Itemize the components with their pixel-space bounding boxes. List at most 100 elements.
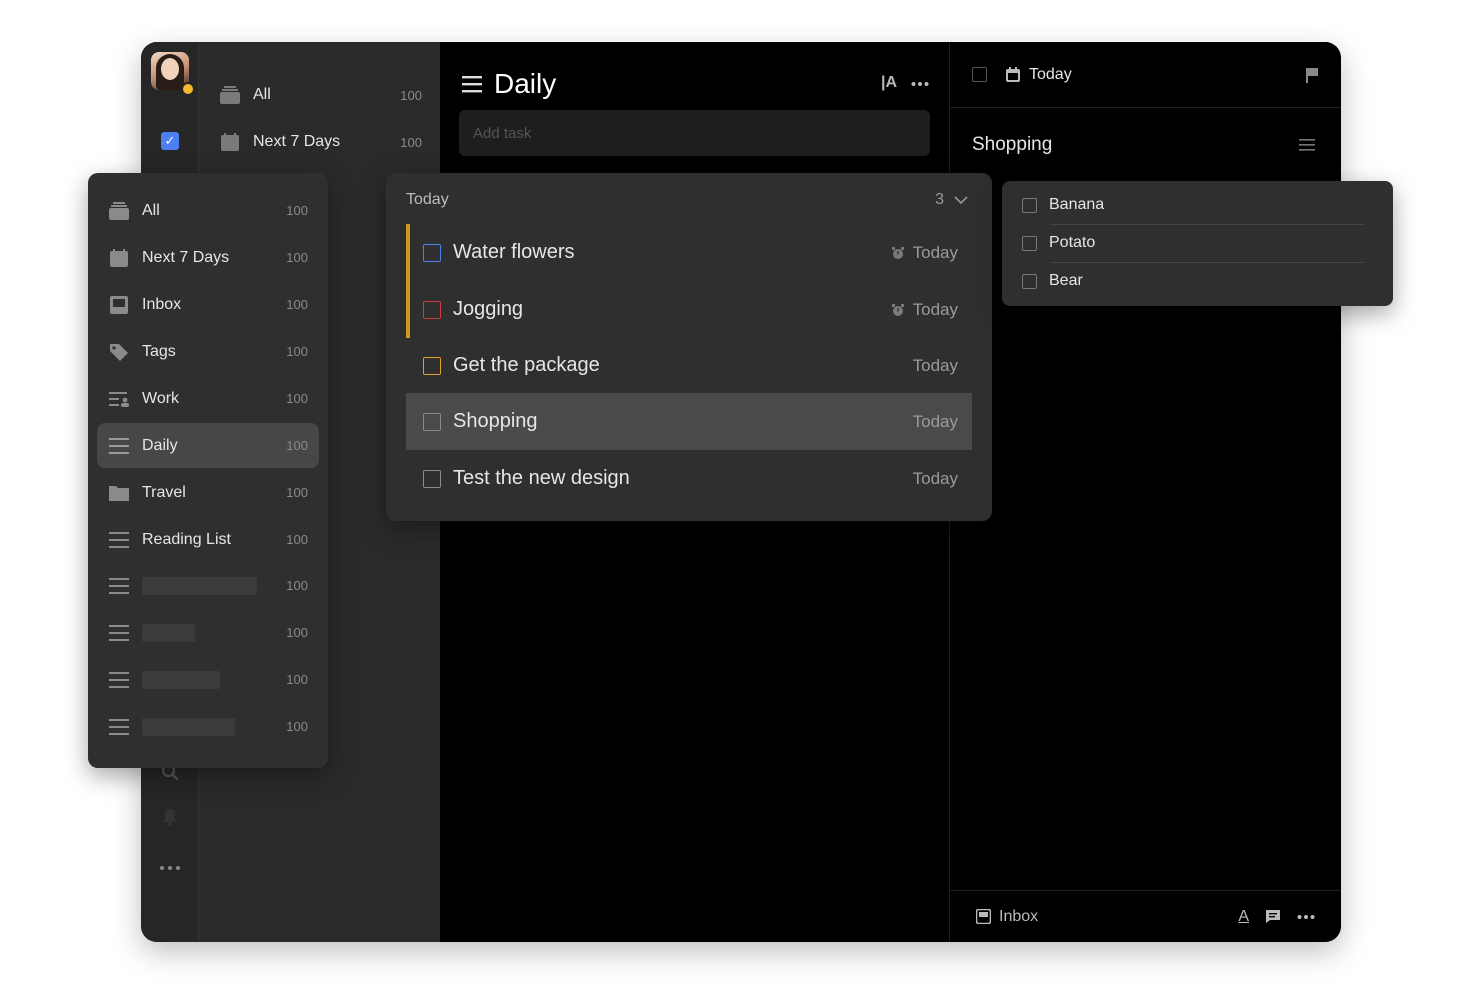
list-header: Daily bbox=[462, 68, 556, 100]
sidebar-item-label-placeholder bbox=[142, 576, 257, 595]
pro-badge bbox=[181, 82, 195, 96]
task-group-panel: Today 3 Water flowers Today Jogging Toda… bbox=[386, 173, 992, 521]
sidebar-item-label: Inbox bbox=[142, 295, 182, 313]
sidebar-item-label: Work bbox=[142, 389, 180, 407]
sidebar-item-label: Next 7 Days bbox=[142, 248, 230, 266]
task-detail-pane: Today Shopping Inbox A bbox=[950, 42, 1341, 942]
checklist-checkbox[interactable] bbox=[1022, 197, 1037, 213]
sidebar-item-count: 100 bbox=[286, 391, 308, 406]
inbox-stack-icon bbox=[109, 201, 129, 220]
task-due: Today bbox=[912, 299, 958, 319]
sidebar-item-label: Travel bbox=[142, 483, 186, 501]
page-title: Daily bbox=[494, 68, 557, 99]
task-row[interactable]: Test the new design Today bbox=[406, 450, 972, 507]
checklist-checkbox[interactable] bbox=[1022, 273, 1037, 289]
sidebar-item-count: 100 bbox=[286, 672, 308, 687]
task-due: Today bbox=[912, 411, 958, 431]
task-title: Get the package bbox=[453, 354, 600, 376]
check-icon[interactable]: ✓ bbox=[161, 132, 179, 150]
sidebar-item-count: 100 bbox=[286, 578, 308, 593]
sidebar-item-all[interactable]: All 100 bbox=[97, 188, 319, 233]
checklist-item[interactable]: Banana bbox=[1022, 186, 1365, 224]
list-icon bbox=[109, 718, 129, 735]
list-toggle-icon[interactable] bbox=[1299, 138, 1315, 152]
comment-icon[interactable] bbox=[1265, 909, 1281, 924]
task-row[interactable]: Get the package Today bbox=[406, 337, 972, 394]
sidebar-item-count: 100 bbox=[286, 625, 308, 640]
work-list-icon bbox=[109, 391, 129, 407]
sidebar-item-work[interactable]: Work 100 bbox=[97, 376, 319, 421]
task-title: Test the new design bbox=[453, 467, 630, 489]
list-item-label: Next 7 Days bbox=[253, 133, 341, 150]
sidebar-item-label: Tags bbox=[142, 342, 176, 360]
checklist-checkbox[interactable] bbox=[1022, 235, 1037, 251]
inbox-icon bbox=[110, 295, 128, 314]
due-date-label[interactable]: Today bbox=[1029, 66, 1072, 84]
task-row-selected[interactable]: Shopping Today bbox=[406, 393, 972, 450]
checklist-label[interactable]: Banana bbox=[1049, 196, 1104, 214]
sidebar-item-daily[interactable]: Daily 100 bbox=[97, 423, 319, 468]
detail-footer: Inbox A bbox=[950, 890, 1341, 942]
sidebar-item-placeholder[interactable]: 100 bbox=[97, 610, 319, 655]
sidebar-item-placeholder[interactable]: 100 bbox=[97, 563, 319, 608]
task-due: Today bbox=[912, 242, 958, 262]
menu-icon[interactable] bbox=[462, 75, 482, 93]
list-icon bbox=[109, 671, 129, 688]
text-format-icon[interactable]: A bbox=[1238, 908, 1249, 926]
more-icon[interactable] bbox=[911, 74, 929, 92]
flag-icon[interactable] bbox=[1305, 67, 1319, 83]
task-checkbox[interactable] bbox=[423, 356, 441, 375]
sidebar-item-tags[interactable]: Tags 100 bbox=[97, 329, 319, 374]
list-item-count: 100 bbox=[400, 134, 422, 150]
list-icon bbox=[109, 437, 129, 454]
calendar-icon bbox=[1006, 66, 1020, 82]
task-group-count: 3 bbox=[935, 191, 944, 208]
alarm-icon bbox=[891, 303, 904, 316]
sidebar-item-placeholder[interactable]: 100 bbox=[97, 704, 319, 749]
checklist-item[interactable]: Potato bbox=[1022, 224, 1365, 262]
task-row[interactable]: Water flowers Today bbox=[406, 224, 972, 281]
bell-icon[interactable] bbox=[159, 807, 181, 829]
add-task-input[interactable]: Add task bbox=[459, 110, 930, 156]
task-checkbox[interactable] bbox=[972, 67, 987, 82]
sidebar-item-count: 100 bbox=[286, 297, 308, 312]
list-item-count: 100 bbox=[400, 87, 422, 103]
chevron-down-icon[interactable] bbox=[954, 196, 968, 204]
detail-title[interactable]: Shopping bbox=[972, 134, 1052, 156]
sidebar-item-count: 100 bbox=[286, 438, 308, 453]
task-row[interactable]: Jogging Today bbox=[406, 281, 972, 338]
sidebar-item-label-placeholder bbox=[142, 717, 235, 736]
task-checkbox[interactable] bbox=[423, 412, 441, 431]
more-icon[interactable] bbox=[1297, 914, 1315, 920]
checklist-label[interactable]: Potato bbox=[1049, 234, 1095, 252]
sidebar-item-placeholder[interactable]: 100 bbox=[97, 657, 319, 702]
task-group-header[interactable]: Today 3 bbox=[406, 189, 968, 211]
sidebar-item-label-placeholder bbox=[142, 670, 220, 689]
sidebar-item-travel[interactable]: Travel 100 bbox=[97, 470, 319, 515]
sidebar-item-inbox[interactable]: Inbox 100 bbox=[97, 282, 319, 327]
more-icon[interactable] bbox=[159, 854, 181, 876]
sidebar-item-count: 100 bbox=[286, 719, 308, 734]
sort-icon[interactable]: |A bbox=[881, 74, 897, 92]
sidebar-item-next-7-days[interactable]: Next 7 Days 100 bbox=[97, 235, 319, 280]
folder-icon bbox=[109, 485, 129, 501]
task-checkbox[interactable] bbox=[423, 243, 441, 262]
list-icon bbox=[109, 577, 129, 594]
sidebar-item-count: 100 bbox=[286, 203, 308, 218]
task-due: Today bbox=[912, 468, 958, 488]
tag-icon bbox=[110, 343, 128, 361]
sidebar-item-label: Reading List bbox=[142, 530, 231, 548]
alarm-icon bbox=[891, 246, 904, 259]
project-selector[interactable]: Inbox bbox=[999, 908, 1038, 926]
checklist-label[interactable]: Bear bbox=[1049, 272, 1083, 290]
task-title: Jogging bbox=[453, 298, 524, 320]
checklist-item[interactable]: Bear bbox=[1022, 262, 1365, 300]
task-checkbox[interactable] bbox=[423, 469, 441, 488]
task-checkbox[interactable] bbox=[423, 300, 441, 319]
sidebar-item-count: 100 bbox=[286, 485, 308, 500]
inbox-stack-icon bbox=[220, 86, 240, 104]
list-item-next-7-days[interactable]: Next 7 Days 100 bbox=[219, 124, 422, 160]
calendar-icon bbox=[221, 133, 239, 151]
list-item-all[interactable]: All 100 bbox=[219, 77, 422, 113]
sidebar-item-reading-list[interactable]: Reading List 100 bbox=[97, 517, 319, 562]
